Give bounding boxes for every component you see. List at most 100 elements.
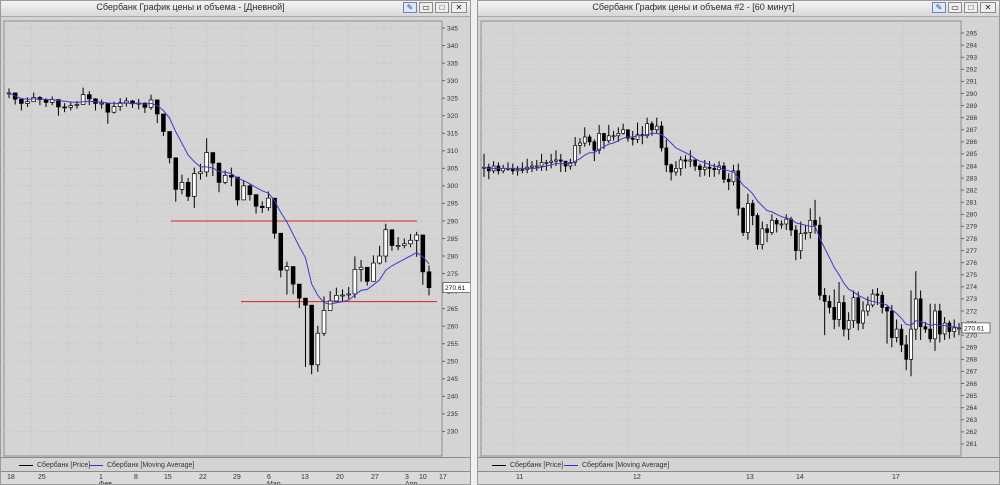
y-tick-label: 255: [447, 341, 458, 348]
date-label: 3: [405, 474, 409, 481]
date-label: 8: [134, 474, 138, 481]
candle-body: [899, 328, 904, 346]
y-tick-label: 273: [966, 296, 977, 303]
y-tick-label: 269: [966, 345, 977, 352]
candle-body: [253, 194, 259, 207]
y-tick-label: 290: [447, 218, 458, 225]
candle-body: [813, 220, 817, 226]
y-tick-label: 268: [966, 357, 977, 364]
y-tick-label: 240: [447, 394, 458, 401]
date-label: 18: [7, 474, 15, 481]
y-tick-label: 245: [447, 376, 458, 383]
y-tick-label: 278: [966, 236, 977, 243]
candle-body: [87, 94, 92, 100]
y-tick-label: 283: [966, 175, 977, 182]
minimize-button[interactable]: ▭: [948, 2, 962, 13]
y-tick-label: 315: [447, 131, 458, 138]
y-tick-label: 263: [966, 417, 977, 424]
window-title: Сбербанк График цены и объема - [Дневной…: [96, 2, 285, 12]
candle-body: [80, 94, 86, 105]
candle-body: [746, 203, 750, 233]
candle-body: [426, 271, 432, 288]
candle-body: [606, 135, 611, 141]
price-chart-60min[interactable]: 2612622632642652662672682692702712722732…: [478, 17, 1000, 457]
y-tick-label: 291: [966, 79, 977, 86]
candle-body: [19, 98, 24, 104]
candle-body: [515, 169, 520, 172]
candle-body: [774, 220, 779, 225]
candle-body: [875, 293, 880, 296]
candle-body: [904, 344, 909, 360]
candle-body: [779, 223, 784, 226]
candle-body: [803, 232, 808, 235]
maximize-button[interactable]: □: [435, 2, 449, 13]
titlebar[interactable]: Сбербанк График цены и объема - [Дневной…: [1, 1, 470, 17]
candle-body: [290, 266, 296, 285]
y-tick-label: 281: [966, 200, 977, 207]
candle-body: [597, 133, 601, 151]
legend: Сбербанк [Price] Сбербанк [Moving Averag…: [1, 457, 470, 472]
y-tick-label: 293: [966, 55, 977, 62]
date-label: 13: [301, 474, 309, 481]
y-tick-label: 277: [966, 248, 977, 255]
pen-icon[interactable]: ✎: [932, 2, 946, 13]
candle-body: [408, 239, 413, 245]
y-tick-label: 290: [966, 91, 977, 98]
candle-body: [765, 228, 769, 233]
date-label: 27: [371, 474, 379, 481]
y-tick-label: 260: [447, 324, 458, 331]
date-label: 10: [419, 474, 427, 481]
candle-body: [358, 266, 364, 270]
candle-body: [99, 102, 104, 105]
legend-price-label: Сбербанк [Price]: [37, 462, 91, 469]
close-button[interactable]: ✕: [980, 2, 996, 13]
candle-body: [558, 159, 563, 162]
y-tick-label: 320: [447, 113, 458, 120]
candle-body: [760, 228, 765, 245]
candle-body: [173, 157, 179, 190]
close-button[interactable]: ✕: [451, 2, 467, 13]
last-value-label: 270.61: [445, 285, 466, 292]
candle-body: [822, 294, 827, 302]
candle-body: [798, 233, 803, 251]
candle-body: [321, 310, 327, 334]
date-label: 17: [439, 474, 447, 481]
date-label: 15: [164, 474, 172, 481]
candle-body: [266, 197, 271, 208]
candle-body: [621, 129, 625, 134]
candle-body: [889, 310, 894, 338]
y-tick-label: 276: [966, 260, 977, 267]
candle-body: [549, 160, 554, 163]
candle-body: [726, 178, 731, 183]
pen-icon[interactable]: ✎: [403, 2, 417, 13]
y-tick-label: 265: [447, 306, 458, 313]
candle-body: [222, 175, 228, 183]
y-tick-label: 272: [966, 308, 977, 315]
minimize-button[interactable]: ▭: [419, 2, 433, 13]
date-label: 1: [99, 474, 103, 481]
candle-body: [389, 229, 395, 246]
date-label: 22: [199, 474, 207, 481]
y-tick-label: 295: [447, 201, 458, 208]
y-tick-label: 275: [966, 272, 977, 279]
date-label: 14: [796, 474, 804, 481]
candle-body: [707, 166, 712, 169]
candle-body: [784, 218, 789, 225]
y-tick-label: 345: [447, 25, 458, 32]
y-tick-label: 235: [447, 411, 458, 418]
maximize-button[interactable]: □: [964, 2, 978, 13]
price-chart-daily[interactable]: 2302352402452502552602652702752802852902…: [1, 17, 471, 457]
candle-body: [794, 229, 798, 251]
legend-ma: Сбербанк [Moving Average]: [564, 462, 669, 469]
date-label: 13: [746, 474, 754, 481]
candle-body: [683, 159, 688, 162]
date-axis: 11 12 13 14 17: [478, 471, 999, 484]
candle-body: [722, 165, 726, 180]
legend-price-label: Сбербанк [Price]: [510, 462, 564, 469]
candle-body: [698, 165, 702, 170]
titlebar[interactable]: Сбербанк График цены и объема #2 - [60 м…: [478, 1, 999, 17]
chart-window-60min[interactable]: Сбербанк График цены и объема #2 - [60 м…: [477, 0, 1000, 485]
candle-body: [952, 327, 957, 332]
chart-window-daily[interactable]: Сбербанк График цены и объема - [Дневной…: [0, 0, 471, 485]
y-tick-label: 230: [447, 429, 458, 436]
